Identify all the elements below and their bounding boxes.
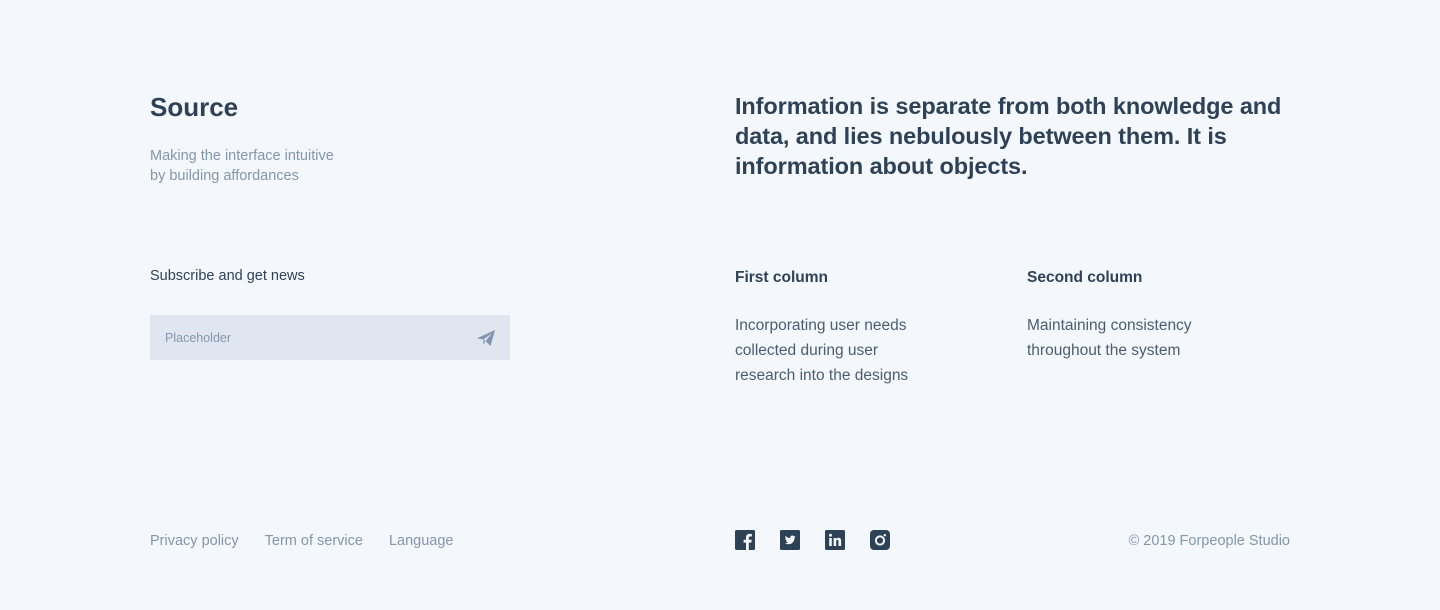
second-column: Second column Maintaining consistency th… (1027, 268, 1257, 363)
footer-links: Privacy policy Term of service Language (150, 531, 453, 551)
second-column-text: Maintaining consistency throughout the s… (1027, 313, 1257, 363)
first-column-text: Incorporating user needs collected durin… (735, 313, 965, 388)
first-column-line: Incorporating user needs (735, 317, 907, 334)
facebook-link[interactable] (735, 530, 755, 550)
second-column-line: Maintaining consistency (1027, 317, 1192, 334)
terms-of-service-link[interactable]: Term of service (265, 531, 363, 551)
brand-title: Source (150, 92, 239, 122)
first-column-title: First column (735, 269, 829, 286)
language-link[interactable]: Language (389, 531, 454, 551)
first-column-line: collected during user (735, 342, 879, 359)
subscribe-label: Subscribe and get news (150, 268, 305, 284)
instagram-link[interactable] (870, 530, 890, 550)
brand-tagline-line-1: Making the interface intuitive (150, 148, 334, 164)
twitter-icon (780, 530, 800, 550)
second-column-title: Second column (1027, 269, 1143, 286)
copyright-text: © 2019 Forpeople Studio (1128, 533, 1290, 549)
subscribe-email-input[interactable] (150, 315, 460, 360)
subscribe-send-button[interactable] (474, 326, 498, 350)
brand-tagline: Making the interface intuitive by buildi… (150, 146, 410, 186)
facebook-icon (735, 530, 755, 550)
twitter-link[interactable] (780, 530, 800, 550)
brand-tagline-line-2: by building affordances (150, 168, 299, 184)
subscribe-form (150, 315, 510, 360)
instagram-icon (870, 530, 890, 550)
first-column: First column Incorporating user needs co… (735, 268, 965, 388)
second-column-line: throughout the system (1027, 342, 1181, 359)
paper-plane-icon (477, 330, 495, 346)
linkedin-icon (825, 530, 845, 550)
linkedin-link[interactable] (825, 530, 845, 550)
quote-heading: Information is separate from both knowle… (735, 93, 1282, 179)
social-links (735, 530, 890, 550)
first-column-line: research into the designs (735, 367, 909, 384)
privacy-policy-link[interactable]: Privacy policy (150, 531, 239, 551)
